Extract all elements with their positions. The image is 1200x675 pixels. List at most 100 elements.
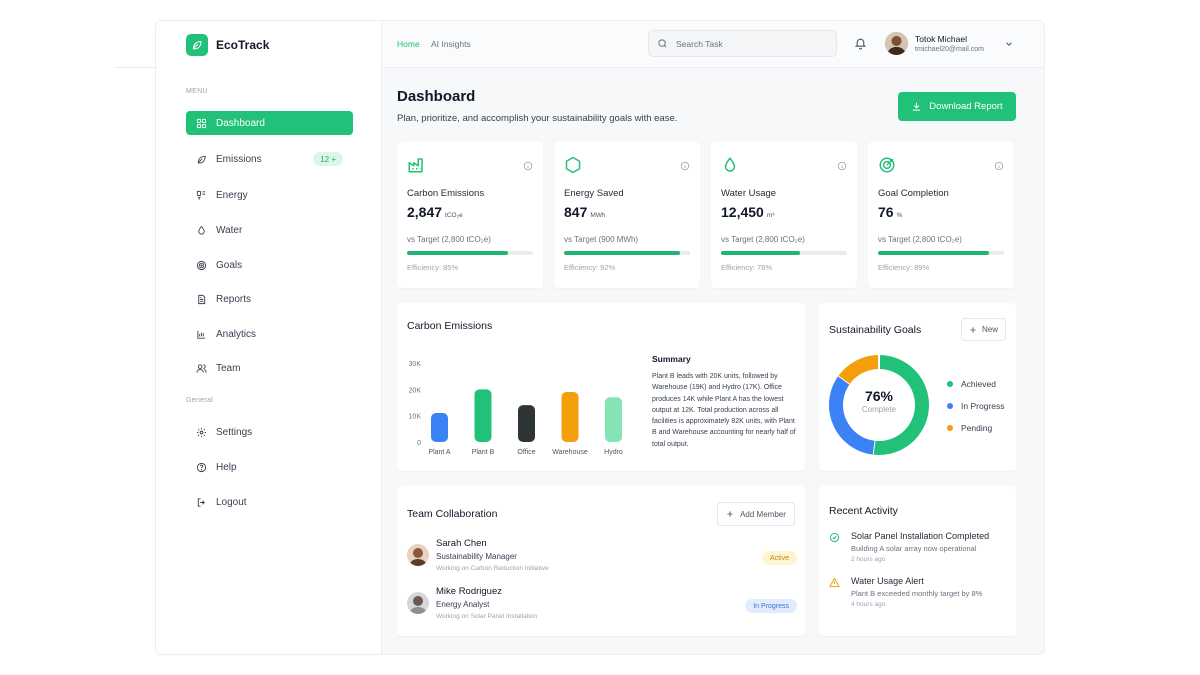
sidebar-item-emissions[interactable]: Emissions 12 + [186,147,353,171]
sidebar-item-label: Reports [216,293,252,305]
bar-plant-a[interactable] [431,413,448,442]
y-tick-label: 30K [409,361,422,368]
sidebar-item-analytics[interactable]: Analytics [186,322,353,346]
user-name: Totok Michael [915,34,967,44]
new-goal-button[interactable]: New [961,318,1006,341]
stat-efficiency: Efficiency: 85% [407,263,459,272]
stat-unit: % [896,212,903,219]
progress-fill [407,251,508,255]
sidebar: EcoTrack MENU Dashboard Emissions 12 + E… [156,21,382,654]
sidebar-item-dashboard[interactable]: Dashboard [186,111,353,135]
search-input[interactable] [676,38,826,49]
member-name: Mike Rodriguez [436,586,502,597]
bar-hydro[interactable] [605,397,622,442]
summary-text: Plant B leads with 20K units, followed b… [652,373,796,448]
stat-unit: m³ [766,212,775,219]
stat-card-water-usage: Water Usage 12,450 m³ vs Target (2,800 tC… [711,142,857,288]
bar-office[interactable] [518,405,535,442]
plus-icon [970,326,976,333]
menu-section-label: MENU [186,88,208,95]
sidebar-item-settings[interactable]: Settings [186,420,353,444]
sidebar-item-help[interactable]: Help [186,455,353,479]
status-badge: Active [761,551,797,565]
activity-item-time: 4 hours ago [851,601,886,608]
target-icon [879,157,895,173]
dashboard-icon [196,118,207,128]
stat-target: vs Target (2,800 tCO₂e) [878,235,962,244]
water-drop-icon [198,225,205,235]
nav-ai-insights-link[interactable]: AI Insights [431,39,471,49]
page-subtitle: Plan, prioritize, and accomplish your su… [397,113,678,124]
bar-plant-b[interactable] [474,389,492,442]
logout-icon [197,497,205,507]
y-tick-label: 0 [417,440,421,447]
download-report-label: Download Report [929,101,1003,112]
report-icon [198,294,206,304]
info-icon[interactable] [837,161,847,171]
team-collaboration-card: Team Collaboration Add Member Sarah Chen… [397,486,805,636]
activity-item-time: 2 hours ago [851,556,886,563]
activity-title: Recent Activity [829,505,898,517]
add-member-button[interactable]: Add Member [717,502,795,526]
y-tick-label: 10K [409,414,422,421]
stat-value: 847 MWh [564,204,606,220]
notification-bell-icon[interactable] [854,37,867,50]
new-goal-label: New [981,325,998,334]
info-icon[interactable] [523,161,533,171]
info-icon[interactable] [680,161,690,171]
general-section-label: General [186,397,214,404]
stat-unit: MWh [590,212,606,219]
legend-dot [947,425,953,431]
sidebar-item-goals[interactable]: Goals [186,253,353,277]
stat-efficiency: Efficiency: 92% [564,263,616,272]
info-icon[interactable] [994,161,1004,171]
progress-bar [407,251,533,255]
sidebar-item-team[interactable]: Team [186,356,353,380]
download-report-button[interactable]: Download Report [898,92,1016,121]
member-work: Working on Carbon Reduction Initiative [436,565,549,572]
activity-item-title: Water Usage Alert [851,576,924,586]
help-icon [196,462,207,472]
activity-item-desc: Building A solar array now operational [851,544,977,553]
main-content: Dashboard Plan, prioritize, and accompli… [383,68,1044,654]
gear-icon [196,427,207,437]
sidebar-item-label: Energy [216,189,248,201]
stat-target: vs Target (900 MWh) [564,235,639,244]
stat-target: vs Target (2,800 tCO₂e) [407,235,491,244]
sidebar-item-label: Team [216,362,241,374]
donut-center-label: Complete [861,405,897,414]
progress-fill [721,251,801,255]
recent-activity-card: Recent Activity Solar Panel Installation… [819,486,1016,636]
team-member-row[interactable]: Mike Rodriguez Energy Analyst Working on… [407,586,797,626]
bar-warehouse[interactable] [561,391,579,442]
x-tick-label: Plant B [472,449,495,456]
stat-label: Carbon Emissions [407,188,485,199]
sidebar-item-logout[interactable]: Logout [186,490,353,514]
sidebar-item-reports[interactable]: Reports [186,287,353,311]
donut-slice-pending[interactable] [838,355,880,385]
member-work: Working on Solar Panel Installation [436,613,538,620]
y-tick-label: 20K [409,387,422,394]
legend-dot [947,381,953,387]
progress-fill [564,251,680,255]
top-bar: Home AI Insights Totok Michael tmichael2… [383,21,1044,68]
chevron-down-icon[interactable] [1004,39,1014,49]
brand[interactable]: EcoTrack [186,34,269,56]
stat-target: vs Target (2,800 tCO₂e) [721,235,805,244]
factory-icon [408,158,423,173]
legend-item: Achieved [947,379,996,389]
nav-home-link[interactable]: Home [397,39,420,49]
user-avatar[interactable] [885,32,908,55]
progress-fill [878,251,989,255]
status-badge: In Progress [745,599,797,613]
activity-item-title: Solar Panel Installation Completed [851,531,990,541]
x-tick-label: Hydro [604,449,623,456]
sidebar-item-water[interactable]: Water [186,218,353,242]
team-title: Team Collaboration [407,508,498,520]
leaf-icon [197,155,206,164]
team-member-row[interactable]: Sarah Chen Sustainability Manager Workin… [407,538,797,578]
sidebar-item-label: Settings [216,426,253,438]
leaf-logo-icon [186,34,208,56]
sidebar-item-energy[interactable]: Energy [186,183,353,207]
member-role: Sustainability Manager [436,552,517,561]
